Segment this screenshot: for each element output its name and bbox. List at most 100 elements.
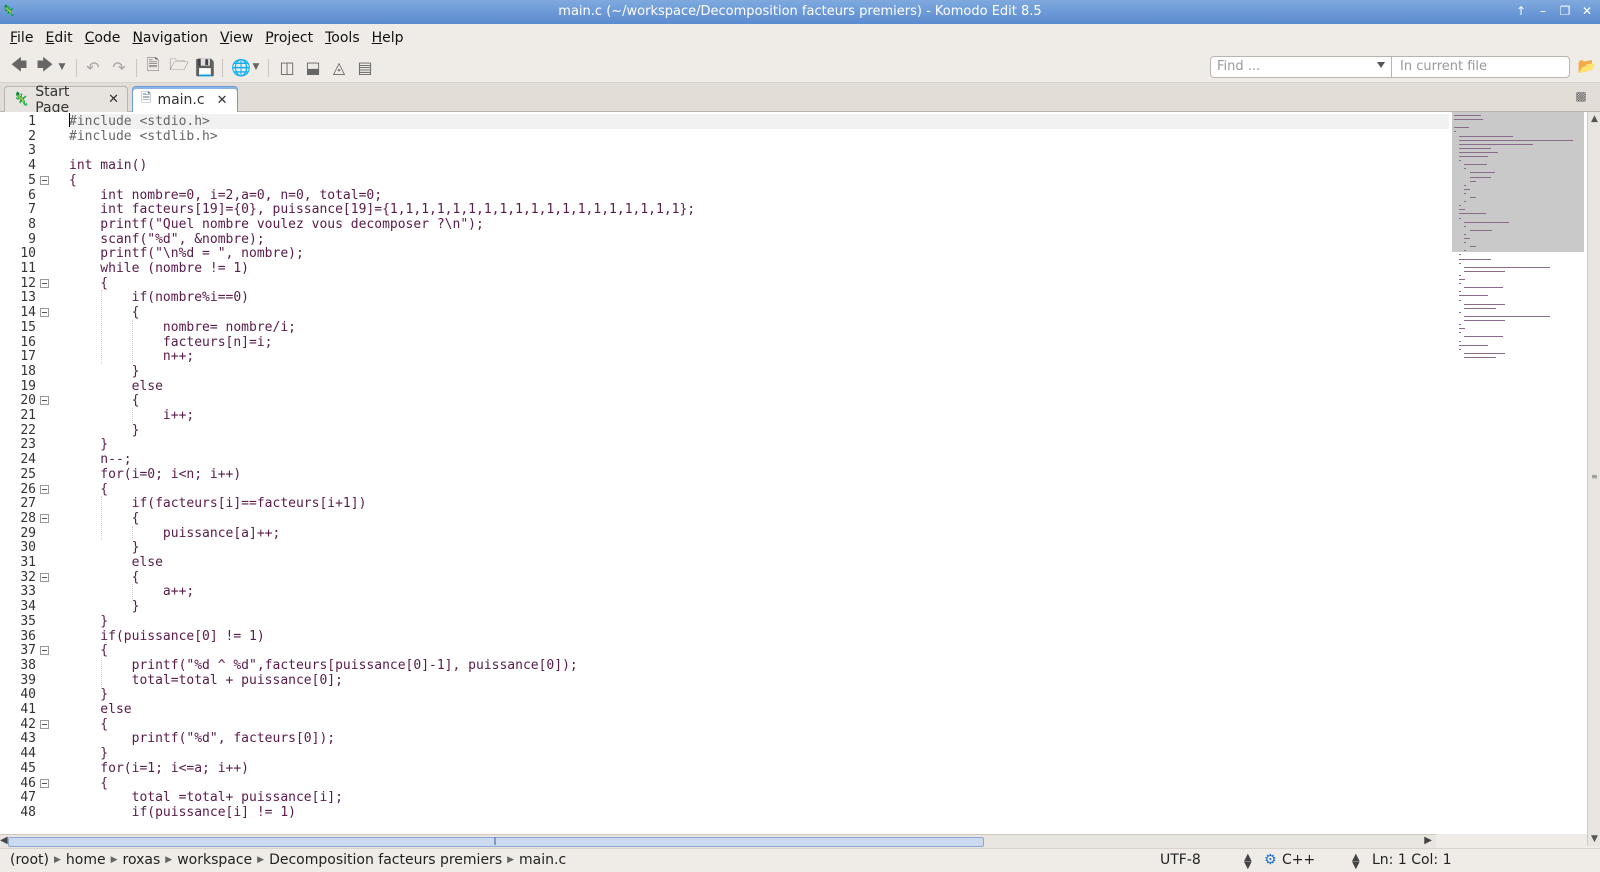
tab-main-c[interactable]: 🗎 main.c ✕	[132, 86, 238, 113]
code-line[interactable]: if(puissance[i] != 1)	[69, 805, 296, 820]
menu-project[interactable]: Project	[259, 30, 319, 46]
menu-navigation[interactable]: Navigation	[126, 30, 214, 46]
code-line[interactable]: {	[69, 482, 108, 497]
code-line[interactable]: if(puissance[0] != 1)	[69, 629, 264, 644]
menu-code[interactable]: Code	[79, 30, 127, 46]
fold-toggle-icon[interactable]	[40, 513, 49, 523]
menu-edit[interactable]: Edit	[39, 30, 78, 46]
globe-dropdown-icon[interactable]: ▼	[250, 57, 262, 77]
code-line[interactable]: n--;	[69, 452, 131, 467]
code-line[interactable]: printf("%d ^ %d",facteurs[puissance[0]-1…	[69, 658, 578, 673]
code-line[interactable]: while (nombre != 1)	[69, 261, 249, 276]
code-line[interactable]: {	[69, 776, 108, 791]
code-line[interactable]: total =total+ puissance[i];	[69, 790, 343, 805]
code-line[interactable]: {	[69, 393, 140, 408]
history-dropdown-icon[interactable]: ▼	[56, 57, 68, 77]
horizontal-scroll-thumb[interactable]: ‖	[8, 836, 984, 847]
close-tab-icon[interactable]: ✕	[108, 92, 119, 107]
find-dropdown-icon[interactable]	[1377, 62, 1385, 68]
fold-toggle-icon[interactable]	[40, 646, 49, 656]
language-label[interactable]: C++	[1282, 852, 1315, 868]
back-arrow-icon[interactable]: 🡄	[8, 55, 30, 77]
minimap[interactable]	[1452, 112, 1587, 834]
code-line[interactable]: int main()	[69, 158, 147, 173]
code-line[interactable]: }	[69, 437, 108, 452]
code-line[interactable]: }	[69, 599, 140, 614]
redo-icon[interactable]: ↷	[108, 57, 130, 77]
code-line[interactable]: {	[69, 511, 140, 526]
code-line[interactable]: }	[69, 687, 108, 702]
fold-toggle-icon[interactable]	[40, 572, 49, 582]
encoding-select-icon[interactable]: ▲ ▼	[1244, 853, 1252, 871]
code-line[interactable]: printf("\n%d = ", nombre);	[69, 246, 304, 261]
save-icon[interactable]: 💾	[194, 57, 216, 77]
vertical-scrollbar[interactable]: ▲ ≡ ▼	[1587, 112, 1600, 846]
code-line[interactable]: {	[69, 305, 140, 320]
fold-toggle-icon[interactable]	[40, 396, 49, 406]
code-area[interactable]: #include <stdio.h> #include <stdlib.h> int…	[69, 112, 1449, 834]
code-line[interactable]: if(nombre%i==0)	[69, 290, 249, 305]
toolbox-icon[interactable]: ▤	[354, 57, 376, 77]
code-line[interactable]: {	[69, 643, 108, 658]
menu-file[interactable]: File	[4, 30, 39, 46]
breadcrumb-item[interactable]: workspace	[177, 852, 252, 868]
find-in-files-folder-icon[interactable]: 📂	[1577, 57, 1597, 77]
code-line[interactable]: }	[69, 540, 140, 555]
minimize-icon[interactable]: –	[1536, 3, 1550, 19]
breadcrumb-item[interactable]: main.c	[519, 852, 566, 868]
fold-toggle-icon[interactable]	[40, 778, 49, 788]
forward-arrow-icon[interactable]: 🡆	[34, 55, 56, 77]
code-line[interactable]: scanf("%d", &nombre);	[69, 232, 264, 247]
code-line[interactable]: for(i=0; i<n; i++)	[69, 467, 241, 482]
breadcrumb-item[interactable]: home	[66, 852, 106, 868]
fold-toggle-icon[interactable]	[40, 308, 49, 318]
code-line[interactable]: printf("%d", facteurs[0]);	[69, 731, 336, 746]
maximize-icon[interactable]: ❐	[1558, 3, 1572, 19]
code-line[interactable]: {	[69, 717, 108, 732]
open-folder-icon[interactable]: 🗁	[168, 55, 190, 77]
bottom-pane-icon[interactable]: ⬓	[302, 57, 324, 77]
breadcrumb-item[interactable]: Decomposition facteurs premiers	[269, 852, 502, 868]
keep-above-icon[interactable]: ↑	[1514, 3, 1528, 19]
scroll-up-icon[interactable]: ▲	[1590, 114, 1599, 124]
code-line[interactable]: int nombre=0, i=2,a=0, n=0, total=0;	[69, 188, 382, 203]
code-line[interactable]: {	[69, 570, 140, 585]
code-line[interactable]: #include <stdlib.h>	[69, 129, 218, 144]
find-input[interactable]: Find ...	[1210, 56, 1392, 78]
tab-list-icon[interactable]: ▩	[1572, 89, 1590, 105]
scroll-left-icon[interactable]: ◀	[0, 835, 8, 846]
globe-icon[interactable]: 🌐	[230, 57, 252, 77]
scroll-grip-icon[interactable]: ≡	[1591, 472, 1598, 481]
code-line[interactable]: facteurs[n]=i;	[69, 335, 273, 350]
code-line[interactable]: if(facteurs[i]==facteurs[i+1])	[69, 496, 367, 511]
menu-help[interactable]: Help	[366, 30, 410, 46]
code-line[interactable]: total=total + puissance[0];	[69, 673, 343, 688]
code-line[interactable]: printf("Quel nombre voulez vous decompos…	[69, 217, 484, 232]
scroll-right-icon[interactable]: ▶	[1424, 835, 1432, 846]
menu-view[interactable]: View	[214, 30, 259, 46]
close-icon[interactable]: ✕	[1580, 3, 1594, 19]
code-line[interactable]: nombre= nombre/i;	[69, 320, 296, 335]
new-file-icon[interactable]: 🗎	[142, 55, 164, 77]
fold-toggle-icon[interactable]	[40, 175, 49, 185]
code-editor[interactable]: 1 2 3 4 5 6 7 8 9 10 11 12 13 14 15 16 17 18 19 20 21 22 23 24 2…	[0, 112, 1587, 834]
minimap-viewport[interactable]	[1452, 112, 1584, 252]
code-line[interactable]: }	[69, 746, 108, 761]
tab-start-page[interactable]: 🦎 Start Page ✕	[4, 84, 128, 116]
undo-icon[interactable]: ↶	[82, 57, 104, 77]
code-line[interactable]: }	[69, 423, 140, 438]
breadcrumb-item[interactable]: roxas	[123, 852, 161, 868]
language-select-icon[interactable]: ▲ ▼	[1352, 853, 1360, 871]
close-tab-icon[interactable]: ✕	[217, 93, 228, 108]
code-line[interactable]: else	[69, 555, 163, 570]
fold-toggle-icon[interactable]	[40, 278, 49, 288]
scroll-down-icon[interactable]: ▼	[1590, 834, 1599, 844]
breadcrumb-item[interactable]: (root)	[10, 852, 49, 868]
fold-toggle-icon[interactable]	[40, 719, 49, 729]
fold-toggle-icon[interactable]	[40, 484, 49, 494]
code-line[interactable]: {	[69, 173, 77, 188]
encoding-label[interactable]: UTF-8	[1160, 852, 1201, 868]
right-pane-icon[interactable]: ◬	[328, 57, 350, 77]
code-line[interactable]: }	[69, 364, 140, 379]
code-line[interactable]: for(i=1; i<=a; i++)	[69, 761, 249, 776]
